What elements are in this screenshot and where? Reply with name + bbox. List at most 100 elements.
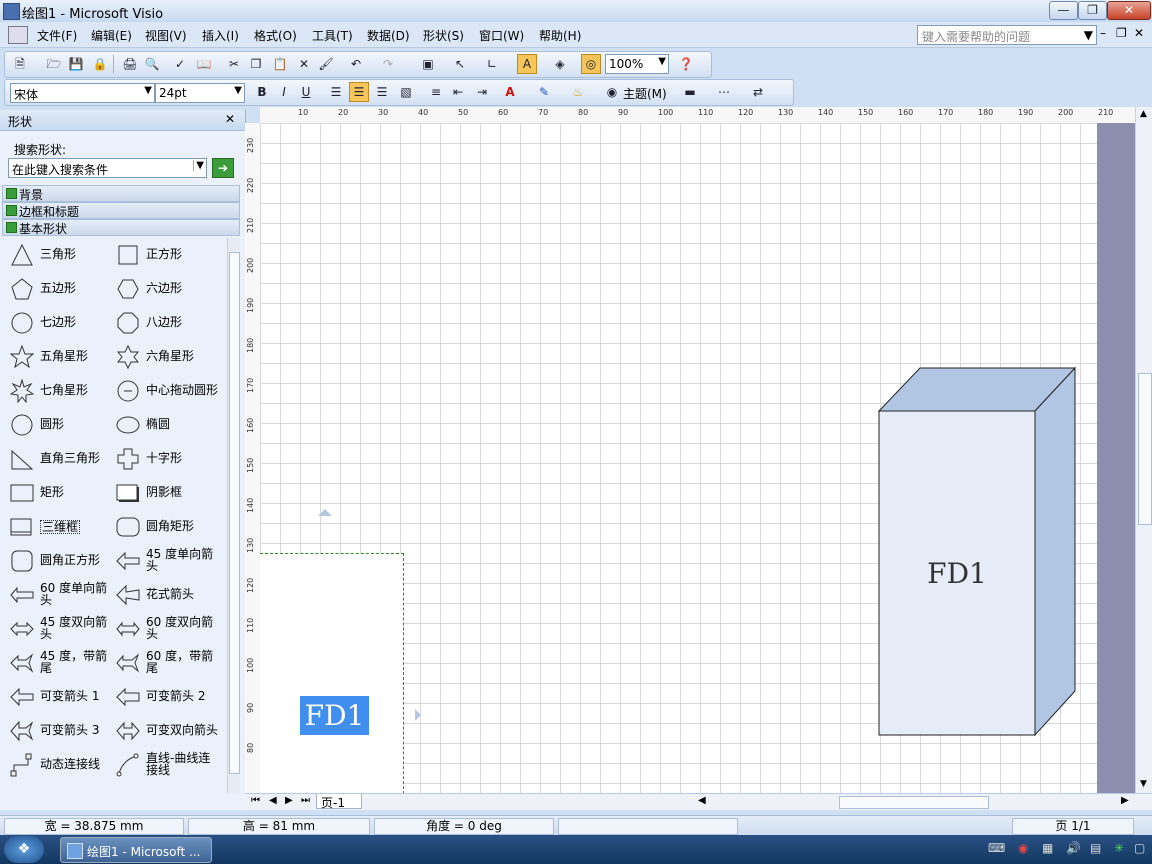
horizontal-ruler[interactable]: 10 20 30 40 50 60 70 80 90 100 110 120 130 140 150 160 1… — [260, 107, 1136, 124]
shape-pentagon[interactable]: 五边形 — [10, 273, 110, 305]
justify-icon[interactable]: ▧ — [397, 83, 415, 101]
menu-view[interactable]: 视图(V) — [142, 26, 190, 45]
save-icon[interactable]: 💾 — [67, 55, 85, 73]
shape-rounded-rectangle[interactable]: 圆角矩形 — [116, 511, 226, 543]
shape-variable-arrow-3[interactable]: 可变箭头 3 — [10, 715, 110, 747]
doc-restore-icon[interactable]: ❐ — [1116, 26, 1127, 40]
chevron-left-icon[interactable]: ◀ — [698, 795, 706, 806]
line-color-icon[interactable]: ✎ — [535, 83, 553, 101]
restore-button[interactable]: ❐ — [1078, 1, 1107, 20]
taskbar-visio-button[interactable]: 绘图1 - Microsoft ... — [60, 837, 212, 863]
chevron-up-icon[interactable]: ▲ — [1140, 109, 1147, 119]
help-search-box[interactable]: 键入需要帮助的问题 ▼ — [917, 25, 1097, 45]
shape-variable-double-arrow[interactable]: 可变双向箭头 — [116, 715, 226, 747]
panel-scrollbar[interactable] — [227, 238, 240, 793]
menu-file[interactable]: 文件(F) — [34, 26, 80, 45]
shape-variable-arrow-2[interactable]: 可变箭头 2 — [116, 681, 226, 713]
fill-color-icon[interactable]: ♨ — [569, 83, 587, 101]
print-icon[interactable]: 🖨 — [121, 55, 139, 73]
shape-5-star[interactable]: 五角星形 — [10, 341, 110, 373]
panel-scroll-thumb[interactable] — [229, 252, 240, 774]
shape-cross[interactable]: 十字形 — [116, 443, 226, 475]
3d-box-shape[interactable]: FD1 — [875, 363, 1085, 743]
visio-app-icon[interactable] — [3, 3, 20, 20]
menu-tools[interactable]: 工具(T) — [309, 26, 356, 45]
page-tab[interactable]: 页-1 — [316, 794, 362, 810]
undo-icon[interactable]: ↶ — [347, 55, 365, 73]
connection-arrow-up-icon[interactable] — [318, 509, 332, 516]
stencil-borders-titles[interactable]: 边框和标题 — [2, 202, 240, 219]
keyboard-icon[interactable]: ⌨ — [988, 841, 1005, 855]
shape-octagon[interactable]: 八边形 — [116, 307, 226, 339]
menu-format[interactable]: 格式(O) — [251, 26, 300, 45]
shape-60-single-arrow[interactable]: 60 度单向箭头 — [10, 579, 110, 611]
shape-fancy-arrow[interactable]: 花式箭头 — [116, 579, 226, 611]
app-tray-icon[interactable]: ▦ — [1042, 841, 1053, 855]
shapes-window-icon[interactable]: ▣ — [419, 55, 437, 73]
prev-page-icon[interactable]: ◀ — [269, 795, 277, 806]
shape-heptagon[interactable]: 七边形 — [10, 307, 110, 339]
bullets-icon[interactable]: ≡ — [427, 83, 445, 101]
new-document-icon[interactable]: 🗎 — [11, 55, 29, 73]
italic-icon[interactable]: I — [275, 83, 293, 101]
menu-help[interactable]: 帮助(H) — [536, 26, 584, 45]
close-icon[interactable]: ✕ — [225, 112, 235, 126]
shape-60-double-arrow[interactable]: 60 度双向箭头 — [116, 613, 226, 645]
shape-hexagon[interactable]: 六边形 — [116, 273, 226, 305]
bold-icon[interactable]: B — [253, 83, 271, 101]
permission-icon[interactable]: 🔒 — [91, 55, 109, 73]
font-size-combo[interactable]: 24pt ▼ — [155, 83, 245, 103]
next-page-icon[interactable]: ▶ — [285, 795, 293, 806]
vertical-ruler[interactable]: 230 220 210 200 190 180 170 160 150 140 130 120 110 1… — [245, 123, 261, 793]
paste-icon[interactable]: 📋 — [271, 55, 289, 73]
canvas-vertical-scrollbar[interactable]: ▲ ▼ — [1135, 107, 1152, 793]
theme-button[interactable]: 主题(M) — [623, 85, 667, 102]
redo-icon[interactable]: ↷ — [379, 55, 397, 73]
chevron-down-icon[interactable]: ▼ — [144, 85, 152, 96]
open-folder-icon[interactable]: 🗁 — [45, 55, 63, 73]
help-icon[interactable]: ❓ — [677, 55, 695, 73]
delete-icon[interactable]: ✕ — [295, 55, 313, 73]
chevron-down-icon[interactable]: ▼ — [1084, 28, 1093, 42]
cut-icon[interactable]: ✂ — [225, 55, 243, 73]
menu-shape[interactable]: 形状(S) — [420, 26, 467, 45]
selected-shape[interactable] — [260, 553, 404, 793]
underline-icon[interactable]: U — [297, 83, 315, 101]
shape-45-tail-arrow[interactable]: 45 度，带箭尾 — [10, 647, 110, 679]
font-name-combo[interactable]: 宋体 ▼ — [10, 83, 155, 103]
text-tool-icon[interactable]: A — [517, 54, 537, 74]
pointer-tool-icon[interactable]: ↖ — [451, 55, 469, 73]
theme-icon[interactable]: ◉ — [603, 83, 621, 101]
shape-square[interactable]: 正方形 — [116, 239, 226, 271]
chevron-right-icon[interactable]: ▶ — [1121, 795, 1129, 806]
font-color-icon[interactable]: A — [501, 83, 519, 101]
last-page-icon[interactable]: ⏭ — [301, 795, 310, 806]
menu-data[interactable]: 数据(D) — [364, 26, 413, 45]
document-icon[interactable] — [8, 26, 28, 44]
show-desktop-icon[interactable]: ▢ — [1134, 841, 1145, 855]
shape-center-drag-circle[interactable]: 中心拖动圆形 — [116, 375, 236, 407]
research-icon[interactable]: 📖 — [195, 55, 213, 73]
volume-icon[interactable]: 🔊 — [1066, 841, 1081, 855]
chevron-down-icon[interactable]: ▼ — [193, 160, 204, 171]
shape-right-triangle[interactable]: 直角三角形 — [10, 443, 110, 475]
line-pattern-icon[interactable]: ⋯ — [715, 83, 733, 101]
close-window-button[interactable]: ✕ — [1107, 1, 1151, 20]
canvas-hscroll-thumb[interactable] — [839, 796, 989, 809]
connector-tool-icon[interactable]: ∟ — [483, 55, 501, 73]
decrease-indent-icon[interactable]: ⇤ — [449, 83, 467, 101]
canvas-vscroll-thumb[interactable] — [1138, 373, 1152, 525]
shape-7-star[interactable]: 七角星形 — [10, 375, 110, 407]
menu-insert[interactable]: 插入(I) — [199, 26, 242, 45]
stencil-basic-shapes[interactable]: 基本形状 — [2, 219, 240, 236]
chevron-down-icon[interactable]: ▼ — [1140, 779, 1147, 789]
doc-minimize-icon[interactable]: – — [1100, 26, 1106, 40]
windows-start-icon[interactable]: ❖ — [4, 836, 44, 863]
shape-3d-box[interactable]: 三维框 — [10, 511, 110, 543]
increase-indent-icon[interactable]: ⇥ — [473, 83, 491, 101]
search-shapes-input[interactable]: 在此键入搜索条件 ▼ — [8, 158, 207, 178]
drawing-canvas[interactable]: FD1 FD1 — [260, 123, 1097, 793]
pan-zoom-icon[interactable]: ◎ — [581, 54, 601, 74]
menu-window[interactable]: 窗口(W) — [476, 26, 527, 45]
print-preview-icon[interactable]: 🔍 — [143, 55, 161, 73]
